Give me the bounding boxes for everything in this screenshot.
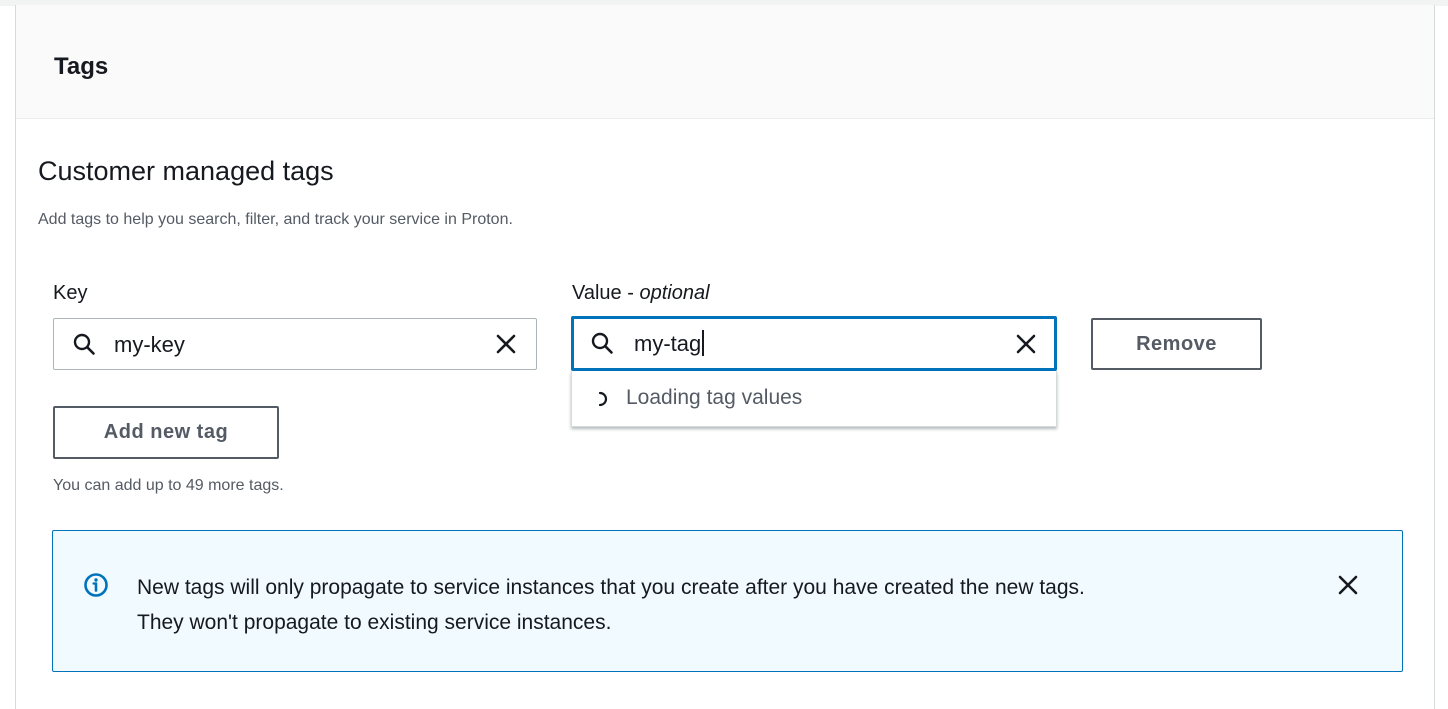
spinner-icon xyxy=(598,391,608,407)
key-input[interactable]: my-key xyxy=(53,318,537,370)
panel-header: Tags xyxy=(16,5,1434,119)
search-icon xyxy=(591,332,613,354)
value-input-text[interactable]: my-tag xyxy=(634,331,701,356)
alert-line-2: They won't propagate to existing service… xyxy=(137,611,612,634)
value-suggestions-dropdown: Loading tag values xyxy=(571,371,1057,427)
loading-text: Loading tag values xyxy=(626,386,803,409)
add-new-tag-button[interactable]: Add new tag xyxy=(53,406,279,459)
key-label: Key xyxy=(53,282,88,304)
search-icon xyxy=(73,333,95,355)
dismiss-alert-icon[interactable] xyxy=(1336,573,1360,597)
value-label-optional: optional xyxy=(639,282,710,304)
value-label-main: Value - xyxy=(572,282,640,304)
key-input-value[interactable]: my-key xyxy=(114,331,185,359)
value-label: Value - optional xyxy=(572,280,710,306)
remove-button[interactable]: Remove xyxy=(1091,318,1262,370)
panel-title: Tags xyxy=(54,53,109,80)
tag-limit-text: You can add up to 49 more tags. xyxy=(53,477,284,494)
info-icon xyxy=(84,573,108,597)
clear-key-icon[interactable] xyxy=(494,332,518,356)
value-input-value[interactable]: my-tag xyxy=(634,330,705,358)
value-input[interactable]: my-tag xyxy=(571,316,1057,371)
section-heading: Customer managed tags xyxy=(38,156,334,186)
alert-message: New tags will only propagate to service … xyxy=(137,570,1307,640)
info-alert: New tags will only propagate to service … xyxy=(52,530,1403,672)
section-description: Add tags to help you search, filter, and… xyxy=(38,211,513,228)
alert-line-1: New tags will only propagate to service … xyxy=(137,576,1085,599)
text-caret xyxy=(702,330,705,356)
page: Tags Customer managed tags Add tags to h… xyxy=(0,0,1448,709)
clear-value-icon[interactable] xyxy=(1014,332,1038,356)
